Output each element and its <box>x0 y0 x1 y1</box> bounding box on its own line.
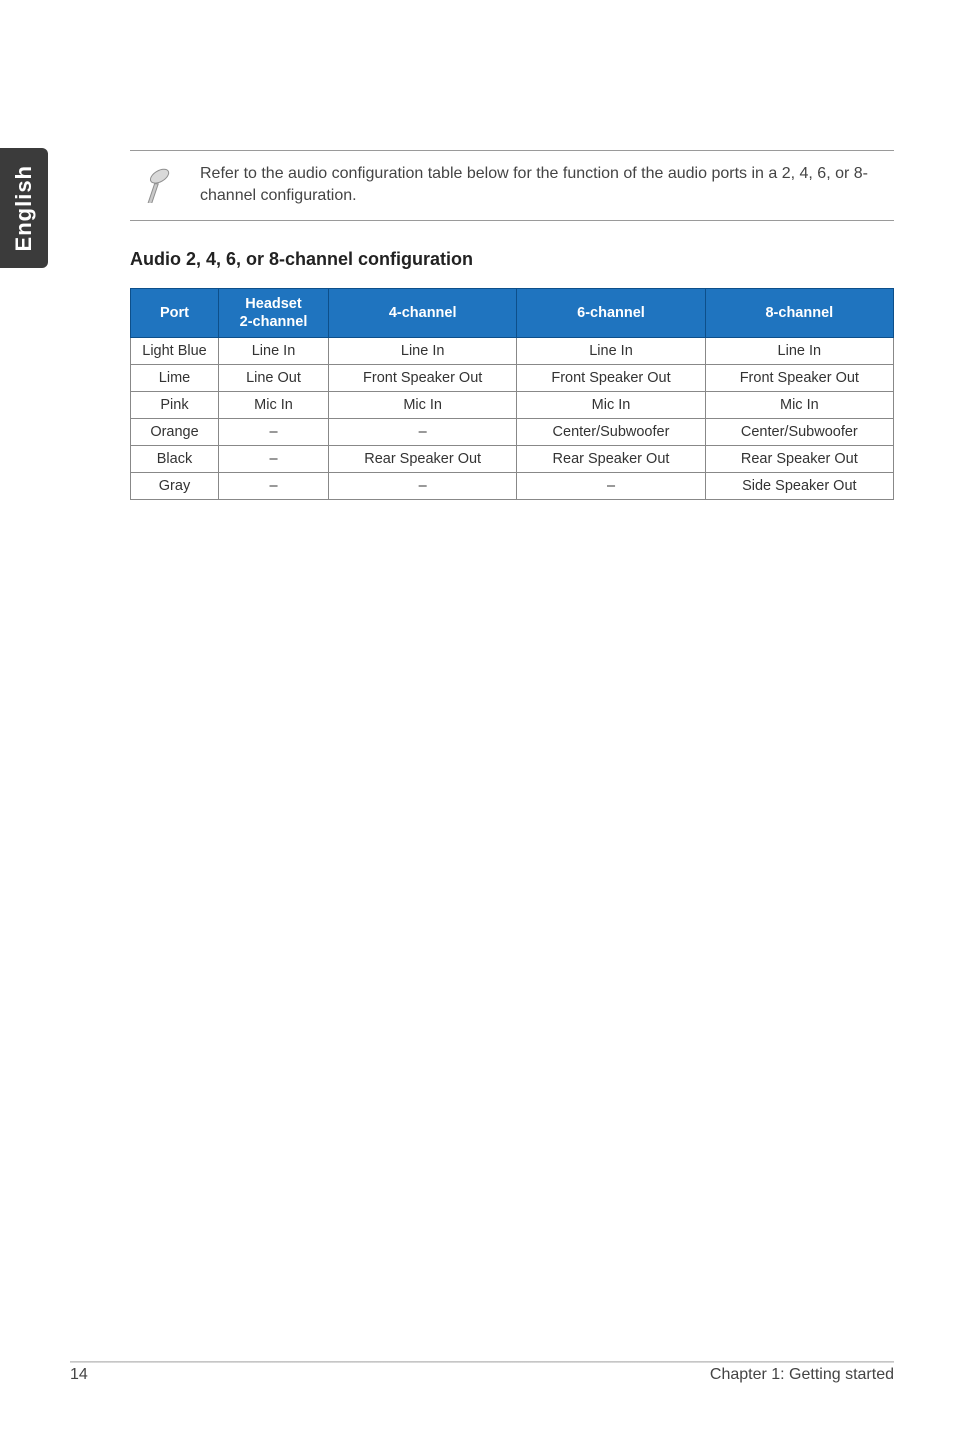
language-label: English <box>11 165 37 251</box>
table-row: Pink Mic In Mic In Mic In Mic In <box>131 392 894 419</box>
cell-8ch: Rear Speaker Out <box>705 446 893 473</box>
cell-port: Orange <box>131 419 219 446</box>
cell-4ch: Line In <box>329 338 517 365</box>
cell-8ch: Line In <box>705 338 893 365</box>
note-icon <box>130 163 182 203</box>
cell-4ch: Front Speaker Out <box>329 365 517 392</box>
table-header-row: Port Headset 2-channel 4-channel 6-chann… <box>131 289 894 338</box>
table-row: Light Blue Line In Line In Line In Line … <box>131 338 894 365</box>
cell-port: Light Blue <box>131 338 219 365</box>
note-block: Refer to the audio configuration table b… <box>130 150 894 221</box>
table-body: Light Blue Line In Line In Line In Line … <box>131 338 894 500</box>
chapter-label: Chapter 1: Getting started <box>710 1366 894 1384</box>
cell-hs: – <box>219 419 329 446</box>
cell-6ch: Mic In <box>517 392 705 419</box>
cell-port: Gray <box>131 473 219 500</box>
note-text: Refer to the audio configuration table b… <box>200 163 894 206</box>
cell-6ch: Center/Subwoofer <box>517 419 705 446</box>
cell-port: Pink <box>131 392 219 419</box>
col-8ch: 8-channel <box>705 289 893 338</box>
page-footer: 14 Chapter 1: Getting started <box>70 1361 894 1384</box>
cell-hs: Line Out <box>219 365 329 392</box>
cell-6ch: – <box>517 473 705 500</box>
cell-8ch: Mic In <box>705 392 893 419</box>
col-port: Port <box>131 289 219 338</box>
cell-hs: – <box>219 446 329 473</box>
cell-4ch: Mic In <box>329 392 517 419</box>
table-row: Orange – – Center/Subwoofer Center/Subwo… <box>131 419 894 446</box>
page-number: 14 <box>70 1366 88 1384</box>
col-6ch: 6-channel <box>517 289 705 338</box>
section-title: Audio 2, 4, 6, or 8-channel configuratio… <box>130 249 894 270</box>
table-row: Gray – – – Side Speaker Out <box>131 473 894 500</box>
cell-port: Lime <box>131 365 219 392</box>
cell-4ch: – <box>329 419 517 446</box>
content-area: Refer to the audio configuration table b… <box>130 150 894 500</box>
cell-hs: Line In <box>219 338 329 365</box>
cell-6ch: Line In <box>517 338 705 365</box>
table-row: Black – Rear Speaker Out Rear Speaker Ou… <box>131 446 894 473</box>
cell-6ch: Front Speaker Out <box>517 365 705 392</box>
page: English Refer to the audio configuration… <box>0 0 954 1438</box>
col-4ch: 4-channel <box>329 289 517 338</box>
cell-8ch: Center/Subwoofer <box>705 419 893 446</box>
cell-8ch: Front Speaker Out <box>705 365 893 392</box>
language-tab: English <box>0 148 48 268</box>
cell-8ch: Side Speaker Out <box>705 473 893 500</box>
footer-divider <box>70 1361 894 1363</box>
cell-4ch: – <box>329 473 517 500</box>
cell-port: Black <box>131 446 219 473</box>
cell-6ch: Rear Speaker Out <box>517 446 705 473</box>
cell-hs: – <box>219 473 329 500</box>
table-row: Lime Line Out Front Speaker Out Front Sp… <box>131 365 894 392</box>
cell-4ch: Rear Speaker Out <box>329 446 517 473</box>
audio-config-table: Port Headset 2-channel 4-channel 6-chann… <box>130 288 894 500</box>
cell-hs: Mic In <box>219 392 329 419</box>
col-headset: Headset 2-channel <box>219 289 329 338</box>
